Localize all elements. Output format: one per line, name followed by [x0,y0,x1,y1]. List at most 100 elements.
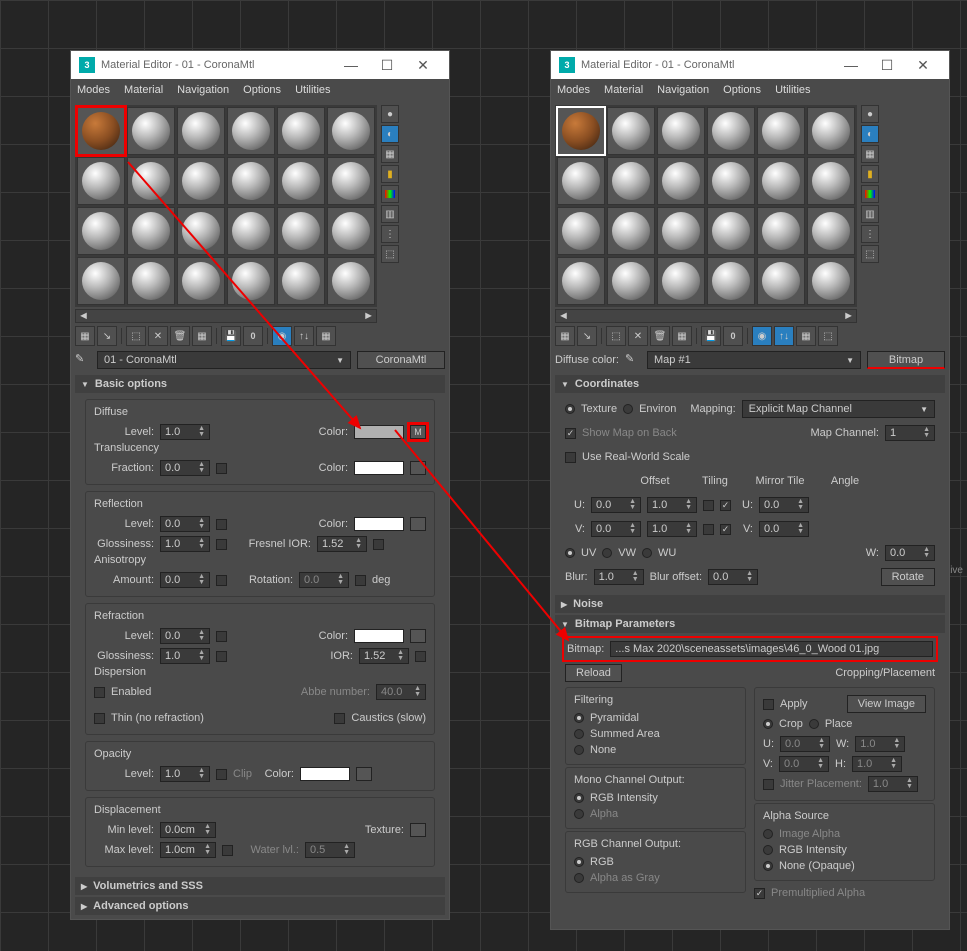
fresnel-checkbox[interactable] [373,539,384,550]
opacity-color-swatch[interactable] [300,767,350,781]
assign-material-icon[interactable]: ⬚ [606,326,626,346]
slots-scrollbar[interactable]: ◄► [555,309,857,323]
apply-checkbox[interactable] [763,699,774,710]
crop-w-spinner[interactable]: 1.0▲▼ [855,736,905,752]
jitter-spinner[interactable]: 1.0▲▼ [868,776,918,792]
material-slot[interactable] [757,207,805,255]
v-tile-checkbox[interactable] [720,524,731,535]
material-slot[interactable] [177,107,225,155]
material-slot[interactable] [77,257,125,305]
material-slot[interactable] [707,207,755,255]
aniso-rotation-spinner[interactable]: 0.0▲▼ [299,572,349,588]
opacity-level-spinner[interactable]: 1.0▲▼ [160,766,210,782]
select-by-material-icon[interactable]: ⬚ [381,245,399,263]
rgb-radio[interactable] [574,857,584,867]
delete-icon[interactable]: 🗑 [170,326,190,346]
material-slot[interactable] [327,157,375,205]
material-slot[interactable] [657,107,705,155]
alpha-radio[interactable] [574,809,584,819]
rollout-noise[interactable]: ▶Noise [555,595,945,613]
put-material-icon[interactable]: ↘ [97,326,117,346]
menu-navigation[interactable]: Navigation [177,84,229,96]
crop-radio[interactable] [763,719,773,729]
material-slot[interactable] [77,207,125,255]
material-name-dropdown[interactable]: 01 - CoronaMtl▼ [97,351,351,369]
blur-spinner[interactable]: 1.0▲▼ [594,569,644,585]
crop-h-spinner[interactable]: 1.0▲▼ [852,756,902,772]
none-radio[interactable] [574,745,584,755]
close-button[interactable]: ✕ [905,57,941,74]
material-slot[interactable] [557,107,605,155]
id-icon[interactable]: 0 [243,326,263,346]
material-slot[interactable] [327,207,375,255]
video-color-icon[interactable] [381,185,399,203]
view-image-button[interactable]: View Image [847,695,926,713]
material-slot[interactable] [277,207,325,255]
reflection-level-spinner[interactable]: 0.0▲▼ [160,516,210,532]
material-slot[interactable] [127,257,175,305]
material-slot[interactable] [557,157,605,205]
caustics-checkbox[interactable] [334,713,345,724]
thin-checkbox[interactable] [94,713,105,724]
refraction-gloss-spinner[interactable]: 1.0▲▼ [160,648,210,664]
u-angle-spinner[interactable]: 0.0▲▼ [759,497,809,513]
sample-type-icon[interactable]: ● [381,105,399,123]
rotate-button[interactable]: Rotate [881,568,935,586]
backlight-icon[interactable]: ◐ [381,125,399,143]
material-slot[interactable] [327,257,375,305]
preview-icon[interactable]: ▥ [381,205,399,223]
material-slot[interactable] [177,157,225,205]
extra-icon[interactable]: ⬚ [818,326,838,346]
waterlvl-checkbox[interactable] [222,845,233,856]
slots-scrollbar[interactable]: ◄► [75,309,377,323]
blur-offset-spinner[interactable]: 0.0▲▼ [708,569,758,585]
aniso-amount-spinner[interactable]: 0.0▲▼ [160,572,210,588]
material-slot[interactable] [557,257,605,305]
clip-checkbox[interactable] [216,769,227,780]
get-material-icon[interactable]: ▦ [75,326,95,346]
place-radio[interactable] [809,719,819,729]
eyedropper-icon[interactable]: ✎ [625,352,641,368]
show-end-result-icon[interactable]: ◉ [752,326,772,346]
eyedropper-icon[interactable]: ✎ [75,352,91,368]
menu-material[interactable]: Material [124,84,163,96]
fresnel-ior-spinner[interactable]: 1.52▲▼ [317,536,367,552]
material-slot[interactable] [277,257,325,305]
material-slot[interactable] [77,157,125,205]
reset-icon[interactable]: ✕ [628,326,648,346]
pyramidal-radio[interactable] [574,713,584,723]
material-slot[interactable] [177,257,225,305]
ior-checkbox[interactable] [415,651,426,662]
sample-uv-icon[interactable]: ▮ [861,165,879,183]
backlight-icon[interactable]: ◐ [861,125,879,143]
maximize-button[interactable]: ☐ [369,57,405,74]
material-slot[interactable] [807,157,855,205]
material-slot[interactable] [757,107,805,155]
v-angle-spinner[interactable]: 0.0▲▼ [759,521,809,537]
preview-icon[interactable]: ▥ [861,205,879,223]
material-slot[interactable] [127,157,175,205]
reflection-checkbox[interactable] [216,519,227,530]
u-mirror-checkbox[interactable] [703,500,714,511]
environ-radio[interactable] [623,404,633,414]
material-slot[interactable] [807,107,855,155]
material-slot[interactable] [177,207,225,255]
map-name-dropdown[interactable]: Map #1▼ [647,351,861,369]
crop-v-spinner[interactable]: 0.0▲▼ [779,756,829,772]
material-slot[interactable] [607,257,655,305]
opacity-map-button[interactable] [356,767,372,781]
material-slot[interactable] [227,257,275,305]
menu-utilities[interactable]: Utilities [775,84,810,96]
material-slot[interactable] [707,157,755,205]
sample-type-icon[interactable]: ● [861,105,879,123]
material-slot[interactable] [807,257,855,305]
reload-button[interactable]: Reload [565,664,622,682]
diffuse-level-spinner[interactable]: 1.0▲▼ [160,424,210,440]
background-icon[interactable]: ▦ [861,145,879,163]
vw-radio[interactable] [602,548,612,558]
material-slot[interactable] [707,257,755,305]
jitter-checkbox[interactable] [763,779,774,790]
material-slot[interactable] [657,207,705,255]
translucency-map-button[interactable] [410,461,426,475]
refraction-level-spinner[interactable]: 0.0▲▼ [160,628,210,644]
